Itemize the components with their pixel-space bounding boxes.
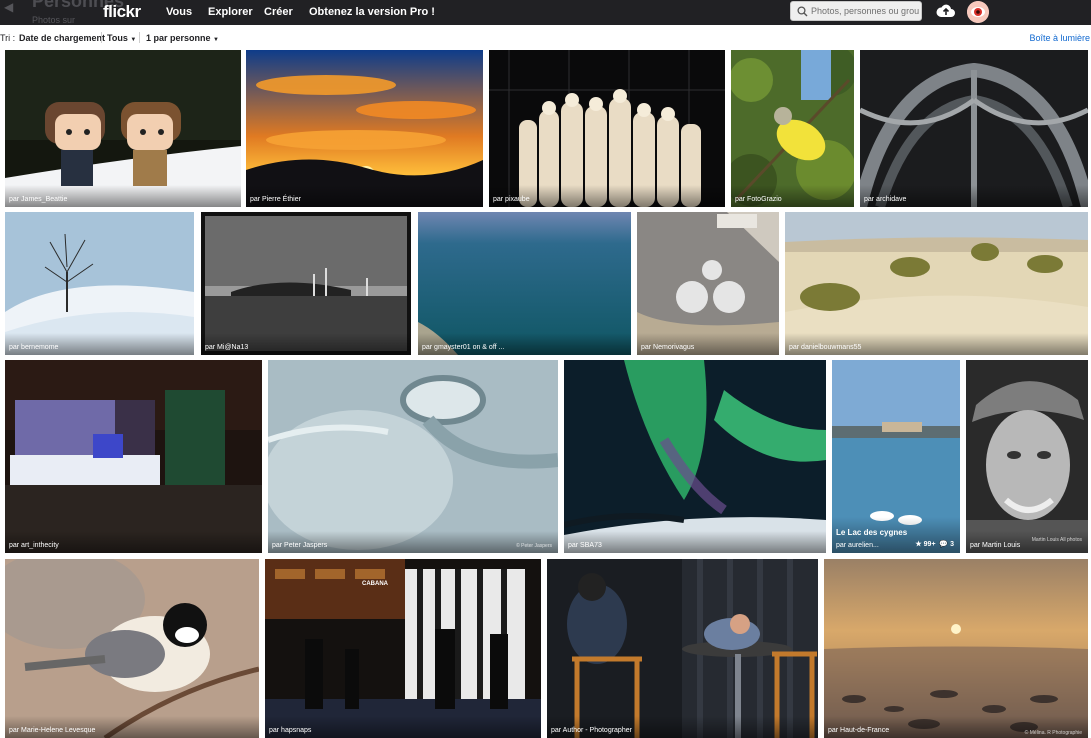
search-input[interactable] (811, 4, 919, 18)
photo-image (489, 50, 725, 207)
photo-image (860, 50, 1088, 207)
photo-author[interactable]: par danielbouwmans55 (789, 344, 861, 351)
photo-author[interactable]: par Martin Louis (970, 542, 1020, 549)
per-person-dropdown[interactable]: 1 par personne ▼ (146, 33, 219, 43)
nav-get-pro[interactable]: Obtenez la version Pro ! (309, 6, 435, 18)
photo-author[interactable]: par James_Beattie (9, 196, 67, 203)
sort-upload-date[interactable]: Date de chargement (19, 33, 105, 43)
divider (101, 32, 102, 43)
search-icon (797, 6, 808, 17)
photo-watermark: © Peter Jaspers (516, 543, 552, 549)
photo-tile[interactable]: par pixaube (489, 50, 725, 207)
photo-author[interactable]: par art_inthecity (9, 542, 59, 549)
photo-tile[interactable]: par James_Beattie (5, 50, 241, 207)
sort-label: Tri : (0, 33, 16, 43)
photo-image (265, 559, 541, 738)
per-person-label: 1 par personne (146, 33, 211, 43)
filter-all-label: Tous (107, 33, 128, 43)
search-field[interactable] (790, 1, 922, 21)
photo-tile[interactable]: par Author - Photographer (547, 559, 818, 738)
top-navigation-bar: ◀ Personnes Photos sur flickr Vous Explo… (0, 0, 1091, 25)
chevron-down-icon: ▼ (213, 37, 219, 43)
photo-image (824, 559, 1088, 738)
upload-cloud-icon[interactable] (936, 3, 956, 19)
photo-tile[interactable]: par bernemome (5, 212, 194, 355)
user-avatar[interactable] (967, 1, 989, 23)
photo-author[interactable]: par bernemome (9, 344, 58, 351)
photo-tile[interactable]: par gmayster01 on & off ... (418, 212, 631, 355)
photo-image (547, 559, 818, 738)
photo-tile[interactable]: par Pierre Éthier (246, 50, 483, 207)
photo-author[interactable]: par Mi@Na13 (205, 344, 248, 351)
photo-author[interactable]: par Nemorivagus (641, 344, 694, 351)
photo-title[interactable]: Le Lac des cygnes (836, 528, 907, 537)
photo-image (731, 50, 854, 207)
photo-watermark: © Mélina. R Photographie (1024, 730, 1082, 736)
photo-stats: ★ 99+ 💬 3 (915, 540, 954, 548)
photo-image (5, 360, 262, 553)
photo-author[interactable]: par Haut-de-France (828, 727, 889, 734)
lightbox-link[interactable]: Boîte à lumière (1029, 33, 1090, 43)
chevron-down-icon: ▼ (130, 37, 137, 43)
photo-author[interactable]: par Peter Jaspers (272, 542, 327, 549)
photo-tile[interactable]: par Peter Jaspers © Peter Jaspers (268, 360, 558, 553)
photo-tile[interactable]: par art_inthecity (5, 360, 262, 553)
photo-image (246, 50, 483, 207)
photo-tile[interactable]: par danielbouwmans55 (785, 212, 1088, 355)
photo-author[interactable]: par pixaube (493, 196, 530, 203)
photo-author[interactable]: par SBA73 (568, 542, 602, 549)
photo-tile[interactable]: par FotoGrazio (731, 50, 854, 207)
photo-author[interactable]: par gmayster01 on & off ... (422, 344, 504, 351)
page-subtitle-behind-nav: Photos sur (32, 15, 76, 25)
photo-watermark: Martin Louis All photos (1031, 537, 1082, 543)
divider (139, 32, 140, 43)
photo-tile[interactable]: CABANA par hapsnaps (265, 559, 541, 738)
photo-author[interactable]: par hapsnaps (269, 727, 311, 734)
nav-you[interactable]: Vous (166, 6, 192, 18)
photo-author[interactable]: par archidave (864, 196, 906, 203)
photo-author[interactable]: par Marie-Helene Levesque (9, 727, 95, 734)
back-arrow-icon[interactable]: ◀ (4, 0, 13, 14)
filter-all-dropdown[interactable]: Tous ▼ (107, 33, 136, 43)
caption-overlay (564, 531, 826, 553)
faves-count: 99+ (923, 541, 936, 548)
photo-tile[interactable]: par Nemorivagus (637, 212, 779, 355)
photo-author[interactable]: par Pierre Éthier (250, 196, 301, 203)
photo-image (5, 50, 241, 207)
photo-tile[interactable]: par Martin Louis Martin Louis All photos (966, 360, 1088, 553)
photo-author[interactable]: par aurelien... (836, 542, 879, 549)
photo-tile[interactable]: par Haut-de-France © Mélina. R Photograp… (824, 559, 1088, 738)
photo-author[interactable]: par Author - Photographer (551, 727, 632, 734)
photo-tile[interactable]: par SBA73 (564, 360, 826, 553)
sort-bar: Tri : Date de chargement Tous ▼ 1 par pe… (0, 25, 1091, 49)
photo-author[interactable]: par FotoGrazio (735, 196, 782, 203)
flickr-logo[interactable]: flickr (103, 2, 141, 22)
photo-image (5, 559, 259, 738)
photo-image (564, 360, 826, 553)
star-icon[interactable]: ★ (915, 541, 921, 548)
nav-create[interactable]: Créer (264, 6, 293, 18)
photo-tile[interactable]: par Mi@Na13 (201, 212, 411, 355)
photo-image (268, 360, 558, 553)
photo-tile[interactable]: par archidave (860, 50, 1088, 207)
comment-icon[interactable]: 💬 (939, 541, 948, 548)
venue-sign: CABANA (362, 581, 388, 587)
comments-count: 3 (950, 541, 954, 548)
photo-image (966, 360, 1088, 553)
photo-tile[interactable]: Le Lac des cygnes par aurelien... ★ 99+ … (832, 360, 960, 553)
photo-tile[interactable]: par Marie-Helene Levesque (5, 559, 259, 738)
nav-explore[interactable]: Explorer (208, 6, 253, 18)
